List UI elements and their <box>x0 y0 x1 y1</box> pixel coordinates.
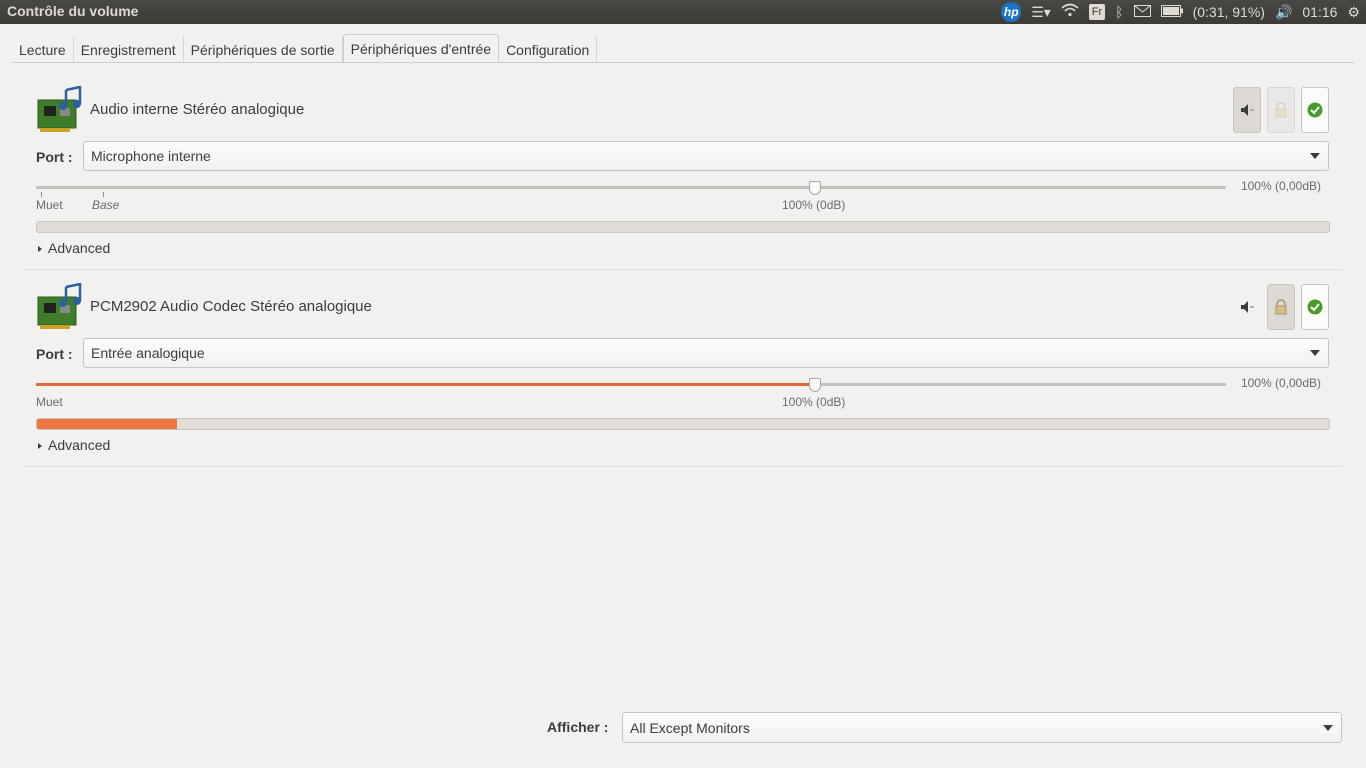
lock-channels-button[interactable] <box>1267 87 1295 133</box>
device-buttons <box>1233 87 1329 133</box>
speaker-mute-icon <box>1241 301 1254 313</box>
port-select-value: Entrée analogique <box>91 345 205 361</box>
divider <box>24 466 1342 467</box>
set-default-button[interactable] <box>1301 284 1329 330</box>
top-panel: Contrôle du volume hp ☰▾ Fr ᛒ (0:31, 91%… <box>0 0 1366 24</box>
tick-mute-label: Muet <box>36 198 63 212</box>
volume-slider-fill <box>36 383 814 386</box>
menu-icon[interactable]: ☰▾ <box>1031 0 1051 24</box>
lock-icon <box>1275 299 1287 315</box>
port-select[interactable]: Entrée analogique <box>83 338 1329 368</box>
divider <box>24 269 1342 270</box>
volume-slider-handle[interactable] <box>809 181 821 195</box>
expander-arrow-icon <box>38 246 42 253</box>
battery-text[interactable]: (0:31, 91%) <box>1193 0 1265 24</box>
advanced-label: Advanced <box>48 437 111 453</box>
tab-bar: Lecture Enregistrement Périphériques de … <box>12 34 1354 63</box>
advanced-expander[interactable]: Advanced <box>38 437 110 453</box>
hp-icon[interactable]: hp <box>1001 2 1022 22</box>
lock-channels-button[interactable] <box>1267 284 1295 330</box>
expander-arrow-icon <box>38 443 42 450</box>
tab-lecture[interactable]: Lecture <box>12 36 74 62</box>
sound-card-icon <box>36 85 84 134</box>
gear-icon[interactable]: ⚙ <box>1347 0 1360 24</box>
volume-icon[interactable]: 🔊 <box>1275 0 1292 24</box>
advanced-expander[interactable]: Advanced <box>38 240 110 256</box>
volume-value: 100% (0,00dB) <box>1240 376 1321 390</box>
volume-slider-track[interactable] <box>36 186 1226 189</box>
advanced-label: Advanced <box>48 240 111 256</box>
tick-100-label: 100% (0dB) <box>782 395 846 409</box>
tick-mark <box>41 192 42 197</box>
lock-icon <box>1275 102 1287 118</box>
show-filter-select[interactable]: All Except Monitors <box>622 712 1342 743</box>
level-meter <box>36 221 1330 233</box>
battery-icon[interactable] <box>1160 0 1183 24</box>
port-select-value: Microphone interne <box>91 148 211 164</box>
tick-base-label: Base <box>92 198 120 212</box>
tick-mark <box>103 192 104 197</box>
check-icon <box>1307 299 1323 315</box>
clock[interactable]: 01:16 <box>1302 0 1337 24</box>
port-select[interactable]: Microphone interne <box>83 141 1329 171</box>
chevron-down-icon <box>1310 153 1320 159</box>
window-title: Contrôle du volume <box>7 3 139 19</box>
tab-input-devices[interactable]: Périphériques d'entrée <box>342 34 500 62</box>
chevron-down-icon <box>1323 725 1333 731</box>
device-row: Audio interne Stéréo analogique Port : M… <box>24 80 1342 268</box>
check-icon <box>1307 102 1323 118</box>
device-buttons <box>1233 284 1329 330</box>
volume-value: 100% (0,00dB) <box>1240 179 1321 193</box>
show-filter-label: Afficher : <box>547 719 609 735</box>
set-default-button[interactable] <box>1301 87 1329 133</box>
tab-configuration[interactable]: Configuration <box>499 36 598 62</box>
mute-button[interactable] <box>1233 284 1261 330</box>
tick-mute-label: Muet <box>36 395 63 409</box>
tick-100-label: 100% (0dB) <box>782 198 846 212</box>
level-meter <box>36 418 1330 430</box>
chevron-down-icon <box>1310 350 1320 356</box>
device-row: PCM2902 Audio Codec Stéréo analogique Po… <box>24 277 1342 465</box>
keyboard-layout-icon[interactable]: Fr <box>1088 4 1106 20</box>
show-filter-value: All Except Monitors <box>630 720 750 736</box>
device-name: PCM2902 Audio Codec Stéréo analogique <box>90 298 372 315</box>
bluetooth-icon[interactable]: ᛒ <box>1115 0 1123 24</box>
mute-button[interactable] <box>1233 87 1261 133</box>
speaker-mute-icon <box>1241 104 1254 116</box>
volume-slider-handle[interactable] <box>809 378 821 392</box>
mail-icon[interactable] <box>1133 0 1151 24</box>
port-label: Port : <box>36 149 73 165</box>
sound-card-icon <box>36 282 84 331</box>
level-meter-fill <box>37 419 177 429</box>
tab-output-devices[interactable]: Périphériques de sortie <box>184 36 343 62</box>
system-tray: hp ☰▾ Fr ᛒ (0:31, 91%) 🔊 01:16 ⚙ <box>1001 0 1366 24</box>
port-label: Port : <box>36 346 73 362</box>
wifi-icon[interactable] <box>1061 0 1079 24</box>
device-name: Audio interne Stéréo analogique <box>90 101 305 118</box>
tab-enregistrement[interactable]: Enregistrement <box>74 36 184 62</box>
